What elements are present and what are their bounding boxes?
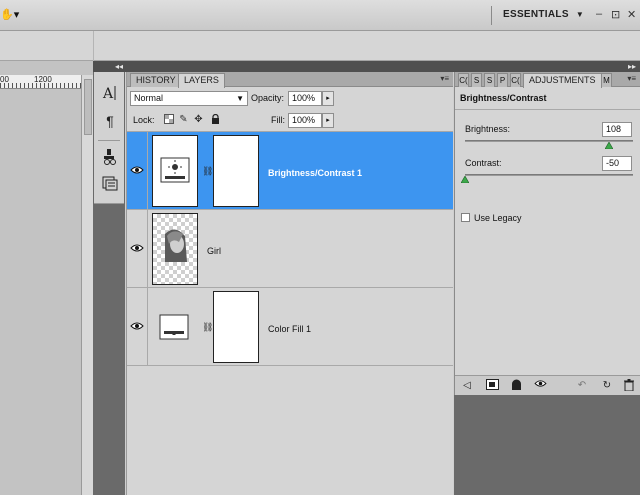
eye-icon[interactable]: [130, 321, 144, 331]
lock-image-pixels-icon[interactable]: ✎: [178, 114, 189, 125]
layer-row-girl[interactable]: Girl: [127, 210, 453, 288]
layer-row-color-fill[interactable]: ⛓ Color Fill 1: [127, 288, 453, 366]
use-legacy-label[interactable]: Use Legacy: [474, 213, 522, 223]
previous-state-icon[interactable]: ↶: [575, 379, 589, 392]
expanded-view-icon[interactable]: [485, 379, 499, 392]
lock-all-icon[interactable]: [210, 113, 221, 125]
tab-history[interactable]: HISTORY: [130, 73, 182, 87]
options-bar-divider: [93, 31, 94, 61]
lock-label: Lock:: [133, 115, 155, 125]
ruler-ticks: [0, 83, 81, 88]
layer-mask-thumbnail[interactable]: [213, 291, 259, 363]
tab-masks[interactable]: M: [601, 73, 612, 87]
tab-paths[interactable]: P: [497, 73, 508, 87]
panel-dock-header: ◂◂ ▸▸: [93, 61, 640, 72]
svg-text:A: A: [102, 86, 114, 102]
tab-adjustments[interactable]: ADJUSTMENTS: [523, 73, 602, 88]
visibility-toggle[interactable]: [127, 132, 148, 209]
layers-panel: HISTORY LAYERS ▾≡ Normal ▼ Opacity: 100%…: [126, 72, 453, 495]
layer-name[interactable]: Brightness/Contrast 1: [268, 168, 362, 178]
workspace-switcher[interactable]: ESSENTIALS ▼: [503, 9, 584, 20]
brightness-slider-handle[interactable]: [605, 142, 614, 149]
close-button[interactable]: ✕: [627, 8, 636, 21]
layer-row-brightness-contrast[interactable]: ⛓ Brightness/Contrast 1: [127, 132, 453, 210]
reset-icon[interactable]: ↻: [600, 379, 614, 392]
solid-color-icon: [159, 314, 189, 340]
tab-color[interactable]: C(: [458, 73, 469, 87]
layer-name[interactable]: Girl: [207, 246, 221, 256]
opacity-stepper-icon[interactable]: ▸: [322, 91, 334, 106]
eye-icon[interactable]: [533, 379, 547, 392]
link-icon[interactable]: ⛓: [202, 321, 213, 334]
brightness-contrast-icon: [160, 157, 190, 183]
fill-stepper-icon[interactable]: ▸: [322, 113, 334, 128]
scrollbar-thumb[interactable]: [84, 79, 92, 135]
dock-icon-group: A ¶: [94, 72, 124, 204]
adjustment-title: Brightness/Contrast: [460, 93, 547, 103]
character-icon[interactable]: A: [99, 84, 121, 106]
layers-panel-tabbar: HISTORY LAYERS ▾≡: [127, 72, 453, 88]
lock-position-icon[interactable]: ✥: [193, 114, 204, 125]
collapsed-panel-dock: A ¶: [93, 72, 125, 495]
adjustments-panel: C( S S P C( ADJUSTMENTS M ▾≡ Brightness/…: [454, 72, 640, 395]
contrast-label: Contrast:: [465, 158, 502, 168]
panel-menu-icon[interactable]: ▾≡: [440, 74, 449, 83]
appbar-divider: [491, 6, 492, 25]
blend-mode-value: Normal: [134, 93, 164, 103]
girl-photo-thumbnail: [165, 229, 187, 262]
lock-transparent-pixels-icon[interactable]: [163, 114, 174, 125]
restore-button[interactable]: ⊡: [611, 8, 620, 21]
contrast-slider-track[interactable]: [465, 174, 633, 176]
visibility-toggle[interactable]: [127, 288, 148, 365]
clip-to-layer-icon[interactable]: [509, 379, 523, 392]
dock-divider: [98, 140, 120, 141]
workspace-label[interactable]: ESSENTIALS: [503, 9, 569, 20]
contrast-field[interactable]: -50: [602, 156, 632, 171]
layer-mask-thumbnail[interactable]: [213, 135, 259, 207]
chevron-down-icon: ▼: [236, 94, 244, 103]
tab-layers[interactable]: LAYERS: [178, 73, 225, 88]
minimize-button[interactable]: –: [596, 8, 602, 20]
document-canvas-area[interactable]: 00 1200: [0, 61, 93, 495]
application-bar: ✋▾ ESSENTIALS ▼ – ⊡ ✕: [0, 0, 640, 31]
brightness-label: Brightness:: [465, 124, 511, 134]
paragraph-icon[interactable]: ¶: [99, 110, 121, 132]
fill-field[interactable]: 100%: [288, 113, 322, 128]
contrast-slider-handle[interactable]: [461, 176, 469, 183]
eye-icon[interactable]: [130, 165, 144, 175]
clone-source-icon[interactable]: [99, 148, 121, 170]
tab-styles[interactable]: S: [484, 73, 495, 87]
adjustments-panel-tabbar: C( S S P C( ADJUSTMENTS M ▾≡: [455, 72, 640, 88]
layers-list: ⛓ Brightness/Contrast 1 Girl ⛓ Color Fil…: [127, 131, 453, 366]
return-to-list-icon[interactable]: ◁: [460, 379, 474, 392]
workspace-caret-icon[interactable]: ▼: [576, 10, 584, 19]
use-legacy-checkbox[interactable]: [461, 213, 470, 222]
visibility-toggle[interactable]: [127, 210, 148, 287]
collapse-dock-icon[interactable]: ◂◂: [115, 61, 123, 72]
opacity-field[interactable]: 100%: [288, 91, 322, 106]
trash-icon[interactable]: [622, 379, 636, 392]
fill-label: Fill:: [271, 115, 285, 125]
options-bar: [0, 31, 640, 61]
hand-tool-menu[interactable]: ✋▾: [0, 8, 19, 21]
adjustment-divider: [455, 109, 640, 110]
eye-icon[interactable]: [130, 243, 144, 253]
expand-dock-icon[interactable]: ▸▸: [628, 61, 636, 72]
fill-thumbnail[interactable]: [152, 291, 198, 363]
horizontal-ruler: 00 1200: [0, 75, 81, 89]
tab-swatches[interactable]: S: [471, 73, 482, 87]
panel-menu-icon[interactable]: ▾≡: [627, 74, 636, 83]
tab-channels[interactable]: C(: [510, 73, 521, 87]
vertical-scrollbar[interactable]: [81, 75, 93, 495]
layer-name[interactable]: Color Fill 1: [268, 324, 311, 334]
adjustments-footer: ◁ ↶ ↻: [455, 375, 640, 395]
empty-dock-area: [454, 395, 640, 495]
brightness-field[interactable]: 108: [602, 122, 632, 137]
link-icon[interactable]: ⛓: [202, 165, 213, 178]
opacity-label: Opacity:: [251, 93, 285, 103]
layer-thumbnail[interactable]: [152, 213, 198, 285]
blend-mode-select[interactable]: Normal ▼: [130, 91, 248, 106]
tool-presets-icon[interactable]: [99, 174, 121, 196]
adjustment-thumbnail[interactable]: [152, 135, 198, 207]
